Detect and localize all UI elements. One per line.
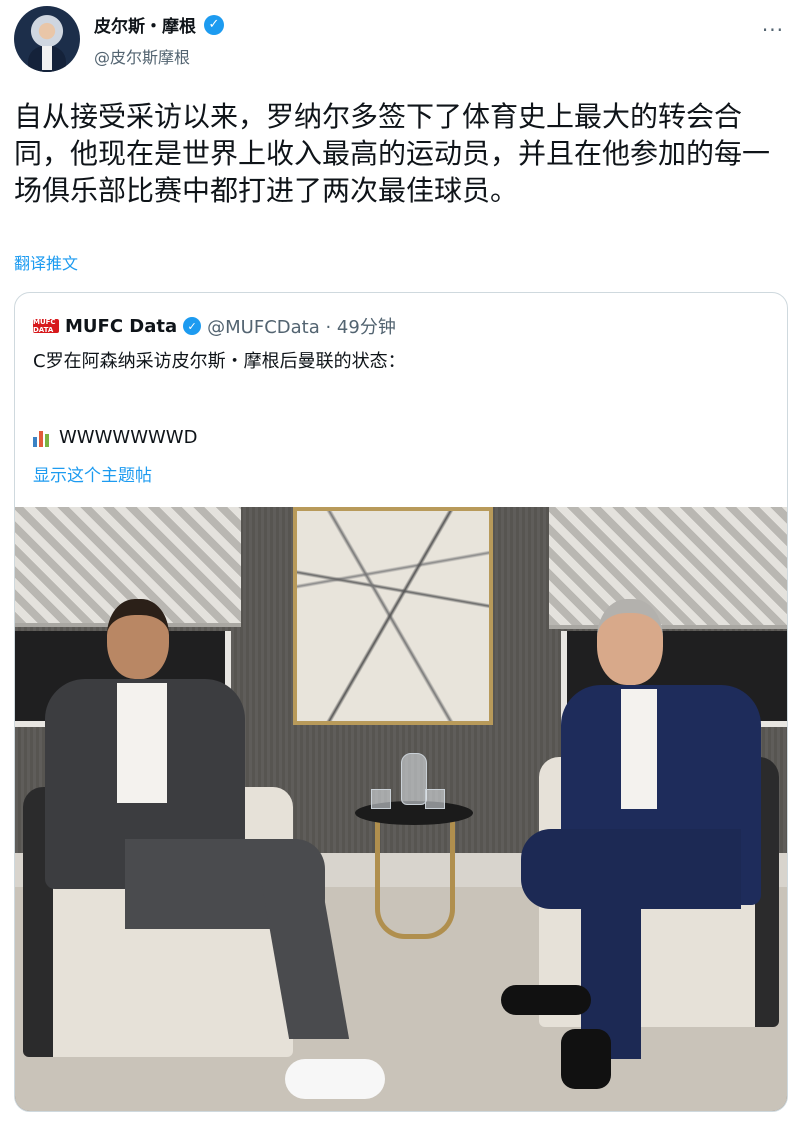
photo-glass	[425, 789, 445, 809]
person-right-shoe	[501, 985, 591, 1015]
quoted-tweet-header: MUFC DATA MUFC Data ✓ @MUFCData · 49分钟	[33, 313, 396, 339]
verified-badge-icon: ✓	[183, 317, 202, 335]
photo-painting	[293, 507, 493, 725]
tweet-header: 皮尔斯・摩根 ✓ @皮尔斯摩根 ···	[14, 6, 786, 78]
quoted-handle-time: @MUFCData · 49分钟	[207, 317, 396, 338]
mufc-logo-icon: MUFC DATA	[33, 318, 59, 334]
show-thread-link[interactable]: 显示这个主题帖	[33, 461, 152, 486]
bar-chart-icon	[33, 429, 49, 447]
translate-tweet-link[interactable]: 翻译推文	[14, 250, 78, 274]
poll-row: WWWWWWWD	[33, 427, 197, 448]
verified-badge-icon: ✓	[204, 14, 224, 35]
interview-photo[interactable]	[15, 507, 787, 1111]
photo-glass	[371, 789, 391, 809]
person-left-shoe	[285, 1059, 385, 1099]
user-handle[interactable]: @皮尔斯摩根	[94, 44, 190, 68]
photo-table-base	[375, 819, 455, 939]
avatar-shirt	[42, 46, 52, 70]
bar-chart-icon-bar	[39, 430, 43, 447]
photo-person-right	[501, 599, 771, 1099]
tweet-text: 自从接受采访以来，罗纳尔多签下了体育史上最大的转会合同，他现在是世界上收入最高的…	[14, 100, 771, 207]
more-options-icon[interactable]: ···	[762, 18, 784, 42]
person-right-shirt	[621, 689, 657, 809]
display-name[interactable]: 皮尔斯・摩根	[94, 12, 196, 37]
name-row: 皮尔斯・摩根 ✓	[94, 12, 224, 37]
poll-text: WWWWWWWD	[59, 427, 198, 448]
photo-water-carafe	[401, 753, 427, 805]
quoted-tweet-text: C罗在阿森纳采访皮尔斯・摩根后曼联的状态：	[33, 351, 406, 372]
quoted-display-name[interactable]: MUFC Data	[65, 316, 177, 337]
avatar[interactable]	[14, 6, 80, 72]
bar-chart-icon-bar	[33, 436, 37, 447]
person-left-shirt	[117, 683, 167, 803]
person-right-head	[597, 599, 663, 685]
quoted-tweet[interactable]: MUFC DATA MUFC Data ✓ @MUFCData · 49分钟 C…	[14, 292, 788, 1112]
photo-person-left	[45, 599, 385, 1099]
person-left-head	[107, 599, 169, 679]
bar-chart-icon-bar	[45, 433, 49, 447]
person-right-shoe	[561, 1029, 611, 1089]
